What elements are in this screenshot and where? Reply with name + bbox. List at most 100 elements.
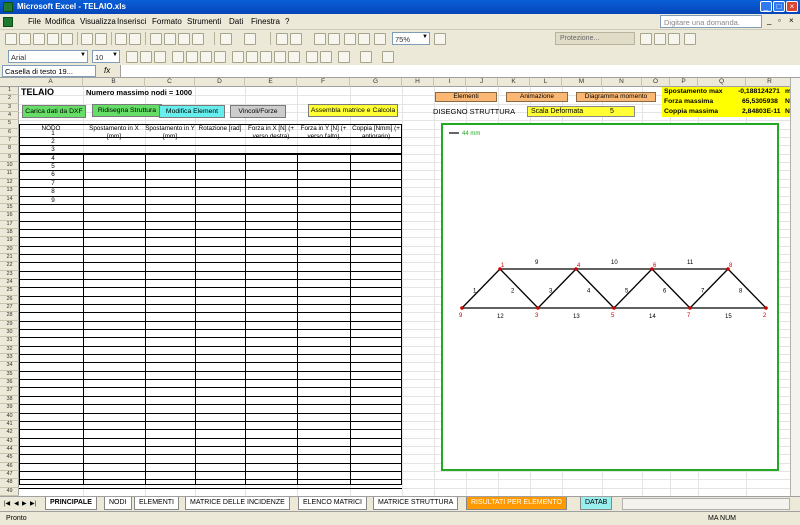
row-header-35[interactable]: 35 xyxy=(0,371,19,380)
undo-icon[interactable] xyxy=(220,33,232,45)
row-header-36[interactable]: 36 xyxy=(0,379,19,388)
formula-input[interactable] xyxy=(120,65,800,77)
truss-node[interactable] xyxy=(764,306,768,310)
node-number-cell[interactable]: 7 xyxy=(43,180,63,187)
column-header-e[interactable]: E xyxy=(245,78,297,87)
hyperlink-icon[interactable] xyxy=(276,33,288,45)
italic-icon[interactable] xyxy=(140,51,152,63)
truss-node[interactable] xyxy=(460,306,464,310)
truss-node[interactable] xyxy=(688,306,692,310)
doc-restore-button[interactable]: ▫ xyxy=(778,16,781,25)
help-icon[interactable] xyxy=(434,33,446,45)
row-header-17[interactable]: 17 xyxy=(0,221,19,229)
column-header-a[interactable]: A xyxy=(19,78,83,87)
row-header-47[interactable]: 47 xyxy=(0,471,19,480)
next-sheet-icon[interactable]: ▶ xyxy=(22,500,27,507)
align-center-icon[interactable] xyxy=(186,51,198,63)
animazione-button[interactable]: Animazione xyxy=(506,92,568,102)
row-header-30[interactable]: 30 xyxy=(0,329,19,338)
menu-dati[interactable]: Dati xyxy=(229,17,243,26)
decrease-decimal-icon[interactable] xyxy=(288,51,300,63)
row-header-33[interactable]: 33 xyxy=(0,354,19,363)
modifica-element-button[interactable]: Modifica Element xyxy=(159,105,225,118)
spelling-icon[interactable] xyxy=(115,33,127,45)
bold-icon[interactable] xyxy=(126,51,138,63)
column-header-m[interactable]: M xyxy=(562,78,602,87)
vincoli-forze-button[interactable]: Vincoli/Forze xyxy=(230,105,286,118)
doc-close-button[interactable]: × xyxy=(789,16,794,25)
node-number-cell[interactable]: 8 xyxy=(43,188,63,195)
row-header-42[interactable]: 42 xyxy=(0,429,19,438)
vertical-scrollbar[interactable] xyxy=(790,78,800,496)
row-header-4[interactable]: 4 xyxy=(0,112,19,121)
row-header-49[interactable]: 49 xyxy=(0,488,19,496)
zoom-icon[interactable] xyxy=(374,33,386,45)
row-header-18[interactable]: 18 xyxy=(0,229,19,238)
node-number-cell[interactable]: 4 xyxy=(43,155,63,162)
row-header-9[interactable]: 9 xyxy=(0,154,19,163)
row-header-1[interactable]: 1 xyxy=(0,87,19,96)
workbook-icon[interactable] xyxy=(3,17,13,27)
row-header-14[interactable]: 14 xyxy=(0,196,19,204)
column-header-d[interactable]: D xyxy=(195,78,245,87)
sort-desc-icon[interactable] xyxy=(328,33,340,45)
tab-principale[interactable]: PRINCIPALE xyxy=(45,497,97,510)
menu-finestra[interactable]: Finestra xyxy=(251,17,280,26)
row-header-11[interactable]: 11 xyxy=(0,170,19,179)
column-header-r[interactable]: R xyxy=(746,78,794,87)
menu-help[interactable]: ? xyxy=(285,17,289,26)
drawing-icon[interactable] xyxy=(358,33,370,45)
row-header-16[interactable]: 16 xyxy=(0,212,19,221)
row-header-2[interactable]: 2 xyxy=(0,95,19,104)
row-header-41[interactable]: 41 xyxy=(0,421,19,430)
new-icon[interactable] xyxy=(5,33,17,45)
row-header-45[interactable]: 45 xyxy=(0,454,19,463)
excel-app-icon[interactable] xyxy=(3,2,13,12)
row-header-29[interactable]: 29 xyxy=(0,321,19,330)
row-header-25[interactable]: 25 xyxy=(0,287,19,296)
row-header-28[interactable]: 28 xyxy=(0,312,19,321)
merge-center-icon[interactable] xyxy=(214,51,226,63)
row-header-20[interactable]: 20 xyxy=(0,246,19,254)
row-header-43[interactable]: 43 xyxy=(0,438,19,446)
diagramma-momento-button[interactable]: Diagramma momento xyxy=(576,92,656,102)
protection-button[interactable]: Protezione... xyxy=(555,32,635,45)
node-number-cell[interactable]: 6 xyxy=(43,171,63,178)
menu-strumenti[interactable]: Strumenti xyxy=(187,17,221,26)
menu-formato[interactable]: Formato xyxy=(152,17,182,26)
row-header-46[interactable]: 46 xyxy=(0,463,19,471)
structure-drawing[interactable]: 44 mm 1 2 3 4 5 6 7 8 9 10 11 12 13 14 15 1 2 3 4 5 6 7 8 9 xyxy=(441,123,779,471)
fill-color-icon[interactable] xyxy=(360,51,372,63)
close-button[interactable]: × xyxy=(786,1,798,12)
menu-inserisci[interactable]: Inserisci xyxy=(117,17,146,26)
chart-wizard-icon[interactable] xyxy=(344,33,356,45)
currency-icon[interactable] xyxy=(232,51,244,63)
fx-label[interactable]: fx xyxy=(104,66,110,75)
column-header-j[interactable]: J xyxy=(466,78,498,87)
column-header-i[interactable]: I xyxy=(434,78,466,87)
font-name-combo[interactable]: Arial ▼ xyxy=(8,50,88,63)
row-header-15[interactable]: 15 xyxy=(0,204,19,213)
row-header-40[interactable]: 40 xyxy=(0,413,19,421)
print-icon[interactable] xyxy=(81,33,93,45)
column-header-h[interactable]: H xyxy=(402,78,434,87)
tab-nodi[interactable]: NODI xyxy=(104,497,132,510)
minimize-button[interactable]: _ xyxy=(760,1,772,12)
row-header-21[interactable]: 21 xyxy=(0,254,19,263)
column-header-l[interactable]: L xyxy=(530,78,562,87)
percent-icon[interactable] xyxy=(246,51,258,63)
row-header-5[interactable]: 5 xyxy=(0,120,19,129)
row-header-12[interactable]: 12 xyxy=(0,179,19,188)
redo-icon[interactable] xyxy=(244,33,256,45)
node-number-cell[interactable]: 1 xyxy=(43,130,63,137)
tab-matrice-struttura[interactable]: MATRICE STRUTTURA xyxy=(373,497,459,510)
worksheet[interactable]: TELAIO Numero massimo nodi = 1000 Carica… xyxy=(19,87,790,496)
zoom-combo[interactable]: 75% ▼ xyxy=(392,32,430,45)
borders-icon[interactable] xyxy=(338,51,350,63)
chart-icon[interactable] xyxy=(668,33,680,45)
underline-icon[interactable] xyxy=(154,51,166,63)
open-icon[interactable] xyxy=(19,33,31,45)
format-painter-icon[interactable] xyxy=(192,33,204,45)
column-header-p[interactable]: P xyxy=(670,78,698,87)
font-size-combo[interactable]: 10 ▼ xyxy=(92,50,120,63)
